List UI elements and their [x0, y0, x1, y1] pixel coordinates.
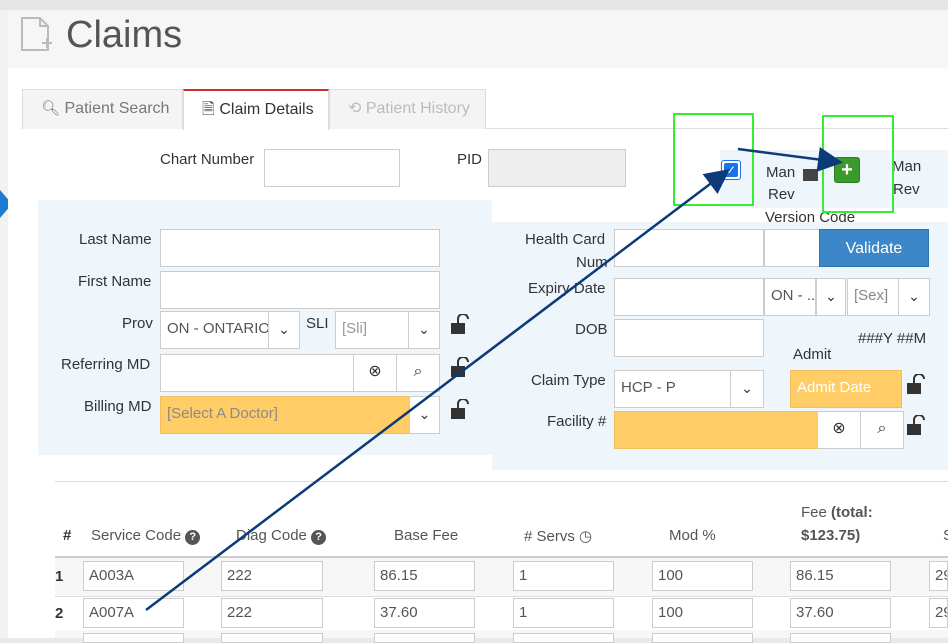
billing-md-select[interactable]: [Select A Doctor]	[160, 396, 410, 434]
row-number: 2	[55, 605, 64, 622]
col-header-service-code: Service Code ?	[91, 527, 201, 545]
health-card-label-line2: Num	[576, 254, 608, 271]
fee-input[interactable]: 37.60	[790, 598, 891, 628]
search-icon[interactable]: ⌕	[396, 354, 440, 392]
facility-label: Facility #	[547, 413, 607, 430]
col-header-num: #	[63, 527, 72, 544]
unlock-icon[interactable]	[450, 399, 472, 421]
tab-patient-history[interactable]: ⟲ Patient History	[329, 89, 486, 129]
first-name-label: First Name	[78, 273, 152, 290]
chevron-down-icon[interactable]: ⌄	[408, 312, 439, 348]
validate-button[interactable]: Validate	[819, 229, 929, 267]
chevron-down-icon[interactable]: ⌄	[730, 371, 763, 407]
pid-label: PID	[457, 151, 483, 168]
chart-number-input[interactable]	[264, 149, 400, 187]
search-icon: 🔍︎	[41, 100, 61, 117]
table-top-divider	[55, 481, 948, 482]
age-display: ###Y ##M	[858, 330, 927, 347]
man-rev-label-line2: Rev	[768, 186, 795, 203]
chevron-down-icon[interactable]: ⌄	[816, 278, 846, 316]
base-fee-input[interactable]	[374, 633, 475, 643]
col-header-fee: Fee (total:	[801, 504, 873, 521]
unlock-icon[interactable]	[450, 314, 472, 336]
service-code-input[interactable]	[83, 633, 184, 643]
history-icon: ⟲	[348, 100, 362, 117]
servs-input[interactable]: 1	[513, 598, 614, 628]
new-document-icon	[21, 17, 52, 51]
document-icon: 🗎	[202, 101, 215, 118]
man-rev-label-line1: Man	[766, 164, 796, 181]
province-select[interactable]: ON - ..	[764, 278, 816, 316]
unlock-icon[interactable]	[450, 357, 472, 379]
fee-input[interactable]	[790, 633, 891, 643]
highlight-box-checkbox	[673, 113, 754, 206]
fee-input[interactable]: 86.15	[790, 561, 891, 591]
col-header-mod: Mod %	[669, 527, 716, 544]
tab-patient-search[interactable]: 🔍︎ Patient Search	[22, 89, 183, 129]
base-fee-input[interactable]: 86.15	[374, 561, 475, 591]
top-bar	[0, 0, 948, 10]
highlight-box-add-button	[822, 115, 894, 213]
admit-label: Admit	[793, 346, 832, 363]
claim-type-label: Claim Type	[531, 372, 606, 389]
diag-code-input[interactable]	[221, 633, 323, 643]
unlock-icon[interactable]	[906, 374, 928, 396]
diag-code-input[interactable]: 222	[221, 598, 323, 628]
clear-icon[interactable]: ⊗	[817, 411, 861, 449]
chevron-down-icon[interactable]: ⌄	[898, 278, 930, 316]
service-code-input[interactable]: A003A	[83, 561, 184, 591]
dob-input[interactable]	[614, 319, 764, 357]
mod-input[interactable]: 100	[652, 561, 753, 591]
mod-input[interactable]: 100	[652, 598, 753, 628]
chevron-down-icon[interactable]: ⌄	[268, 312, 299, 348]
pid-input[interactable]	[488, 149, 626, 187]
base-fee-input[interactable]: 37.60	[374, 598, 475, 628]
prov-label: Prov	[122, 315, 153, 332]
expiry-date-label: Expiry Date	[528, 280, 606, 297]
referring-md-input[interactable]	[160, 354, 354, 392]
mod-input[interactable]	[652, 633, 753, 643]
sli-label: SLI	[306, 315, 329, 332]
man-rev-b-line1: Man	[892, 158, 922, 175]
col-header-diag-code: Diag Code ?	[236, 527, 327, 545]
lock-icon[interactable]	[802, 161, 824, 183]
search-icon[interactable]: ⌕	[860, 411, 904, 449]
extra-input[interactable]: 29	[929, 561, 948, 591]
last-name-label: Last Name	[79, 231, 152, 248]
version-code-input[interactable]	[764, 229, 820, 267]
clear-icon[interactable]: ⊗	[353, 354, 397, 392]
diag-code-input[interactable]: 222	[221, 561, 323, 591]
first-name-input[interactable]	[160, 271, 440, 309]
sex-select[interactable]: [Sex]	[847, 278, 899, 316]
servs-input[interactable]: 1	[513, 561, 614, 591]
row-number: 1	[55, 568, 64, 585]
expiry-date-input[interactable]	[614, 278, 764, 316]
service-code-input[interactable]: A007A	[83, 598, 184, 628]
last-name-input[interactable]	[160, 229, 440, 267]
billing-md-label: Billing MD	[84, 398, 152, 415]
col-header-extra: S	[943, 527, 948, 544]
help-icon[interactable]: ?	[311, 530, 327, 545]
health-card-input[interactable]	[614, 229, 764, 267]
facility-input[interactable]	[614, 411, 818, 449]
col-header-base-fee: Base Fee	[394, 527, 459, 544]
chevron-down-icon[interactable]: ⌄	[409, 396, 440, 434]
extra-input[interactable]: 29	[929, 598, 948, 628]
unlock-icon[interactable]	[906, 415, 928, 437]
admit-date-input[interactable]: Admit Date	[790, 370, 902, 408]
health-card-label-line1: Health Card	[525, 231, 606, 248]
chart-number-label: Chart Number	[160, 151, 255, 168]
tab-claim-details[interactable]: 🗎 Claim Details	[183, 89, 329, 130]
col-header-servs: # Servs ◷	[524, 528, 593, 545]
page-title: Claims	[66, 14, 183, 56]
help-icon[interactable]: ?	[185, 530, 201, 545]
servs-input[interactable]	[513, 633, 614, 643]
col-header-fee-total: $123.75)	[801, 527, 861, 544]
clock-icon: ◷	[579, 528, 593, 545]
dob-label: DOB	[575, 321, 608, 338]
referring-md-label: Referring MD	[61, 356, 151, 373]
man-rev-b-line2: Rev	[893, 181, 920, 198]
row-divider	[55, 596, 948, 597]
